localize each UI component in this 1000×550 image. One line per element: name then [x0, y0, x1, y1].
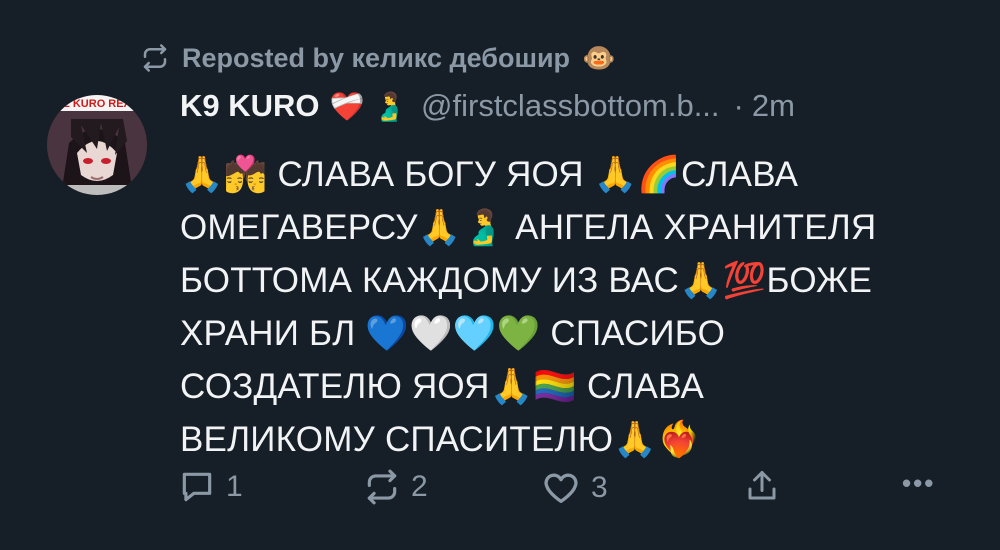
- reply-count: 1: [226, 470, 243, 503]
- reply-button[interactable]: 1: [178, 468, 243, 506]
- avatar-banner-text: E KURO REA: [62, 98, 131, 110]
- author-handle[interactable]: @firstclassbottom.b...: [421, 88, 720, 124]
- like-button[interactable]: 3: [541, 468, 608, 508]
- repost-icon: [363, 468, 401, 506]
- avatar[interactable]: E KURO REA: [47, 95, 147, 195]
- more-icon: •••: [902, 468, 936, 498]
- reply-icon: [178, 468, 216, 506]
- repost-label[interactable]: Reposted by келикс дебошир: [182, 43, 570, 74]
- post-line: БОТТОМА КАЖДОМУ ИЗ ВАС🙏💯БОЖЕ: [180, 261, 873, 300]
- post-header: K9 KURO ❤️‍🩹 🫃 @firstclassbottom.b... · …: [180, 88, 970, 124]
- post-time[interactable]: 2m: [752, 88, 795, 124]
- name-emojis: ❤️‍🩹 🫃: [329, 90, 408, 122]
- share-icon: [744, 468, 780, 504]
- repost-indicator[interactable]: Reposted by келикс дебошир 🐵: [140, 42, 616, 74]
- repost-button[interactable]: 2: [363, 468, 428, 506]
- like-count: 3: [591, 471, 608, 504]
- post-line: ОМЕГАВЕРСУ🙏🫃 АНГЕЛА ХРАНИТЕЛЯ: [180, 208, 877, 247]
- post-line: 🙏💏 СЛАВА БОГУ ЯОЯ 🙏🌈СЛАВА: [180, 155, 799, 194]
- post-actions: 1 2 3 •••: [178, 468, 958, 512]
- repost-icon: [140, 43, 170, 73]
- share-button[interactable]: [744, 468, 780, 504]
- repost-emoji: 🐵: [582, 43, 616, 73]
- heart-icon: [541, 468, 581, 508]
- post-line: ХРАНИ БЛ 💙🤍🩵💚 СПАСИБО: [180, 314, 725, 353]
- post-line: ВЕЛИКОМУ СПАСИТЕЛЮ🙏❤️‍🔥: [180, 420, 701, 459]
- separator-dot: ·: [733, 88, 744, 123]
- repost-count: 2: [411, 470, 428, 503]
- author-name[interactable]: K9 KURO: [180, 88, 320, 124]
- post-text: 🙏💏 СЛАВА БОГУ ЯОЯ 🙏🌈СЛАВА ОМЕГАВЕРСУ🙏🫃 А…: [180, 148, 980, 466]
- post-line: СОЗДАТЕЛЮ ЯОЯ🙏🏳️‍🌈 СЛАВА: [180, 367, 705, 406]
- more-button[interactable]: •••: [902, 468, 935, 499]
